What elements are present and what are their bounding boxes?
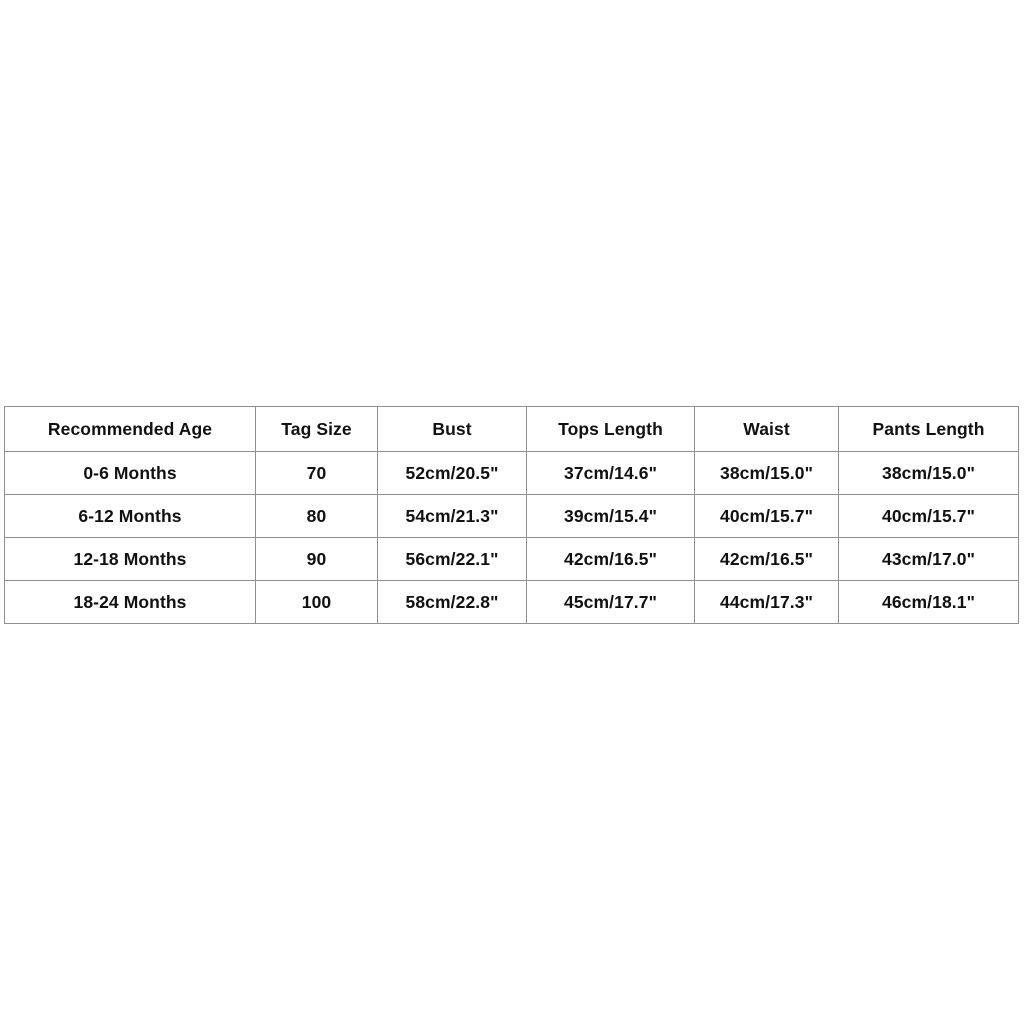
cell-waist: 44cm/17.3"	[694, 580, 839, 624]
cell-bust: 56cm/22.1"	[377, 537, 527, 581]
cell-tag-size: 100	[255, 580, 378, 624]
table-row: 6-12 Months 80 54cm/21.3" 39cm/15.4" 40c…	[4, 494, 1019, 538]
column-header-waist: Waist	[694, 406, 839, 452]
cell-tops-length: 39cm/15.4"	[526, 494, 695, 538]
table-row: 18-24 Months 100 58cm/22.8" 45cm/17.7" 4…	[4, 580, 1019, 624]
cell-waist: 40cm/15.7"	[694, 494, 839, 538]
cell-pants-length: 43cm/17.0"	[838, 537, 1019, 581]
cell-bust: 54cm/21.3"	[377, 494, 527, 538]
cell-tag-size: 70	[255, 451, 378, 495]
column-header-pants-length: Pants Length	[838, 406, 1019, 452]
table-row: 0-6 Months 70 52cm/20.5" 37cm/14.6" 38cm…	[4, 451, 1019, 495]
cell-age: 12-18 Months	[4, 537, 256, 581]
table-header-row: Recommended Age Tag Size Bust Tops Lengt…	[4, 406, 1019, 452]
cell-bust: 58cm/22.8"	[377, 580, 527, 624]
column-header-bust: Bust	[377, 406, 527, 452]
cell-pants-length: 46cm/18.1"	[838, 580, 1019, 624]
cell-age: 18-24 Months	[4, 580, 256, 624]
cell-waist: 38cm/15.0"	[694, 451, 839, 495]
table-row: 12-18 Months 90 56cm/22.1" 42cm/16.5" 42…	[4, 537, 1019, 581]
cell-age: 6-12 Months	[4, 494, 256, 538]
cell-age: 0-6 Months	[4, 451, 256, 495]
cell-bust: 52cm/20.5"	[377, 451, 527, 495]
cell-tops-length: 45cm/17.7"	[526, 580, 695, 624]
cell-tag-size: 80	[255, 494, 378, 538]
size-chart-table: Recommended Age Tag Size Bust Tops Lengt…	[4, 406, 1019, 624]
cell-tops-length: 37cm/14.6"	[526, 451, 695, 495]
cell-tag-size: 90	[255, 537, 378, 581]
cell-waist: 42cm/16.5"	[694, 537, 839, 581]
cell-pants-length: 38cm/15.0"	[838, 451, 1019, 495]
column-header-tag-size: Tag Size	[255, 406, 378, 452]
column-header-tops-length: Tops Length	[526, 406, 695, 452]
column-header-recommended-age: Recommended Age	[4, 406, 256, 452]
cell-tops-length: 42cm/16.5"	[526, 537, 695, 581]
cell-pants-length: 40cm/15.7"	[838, 494, 1019, 538]
